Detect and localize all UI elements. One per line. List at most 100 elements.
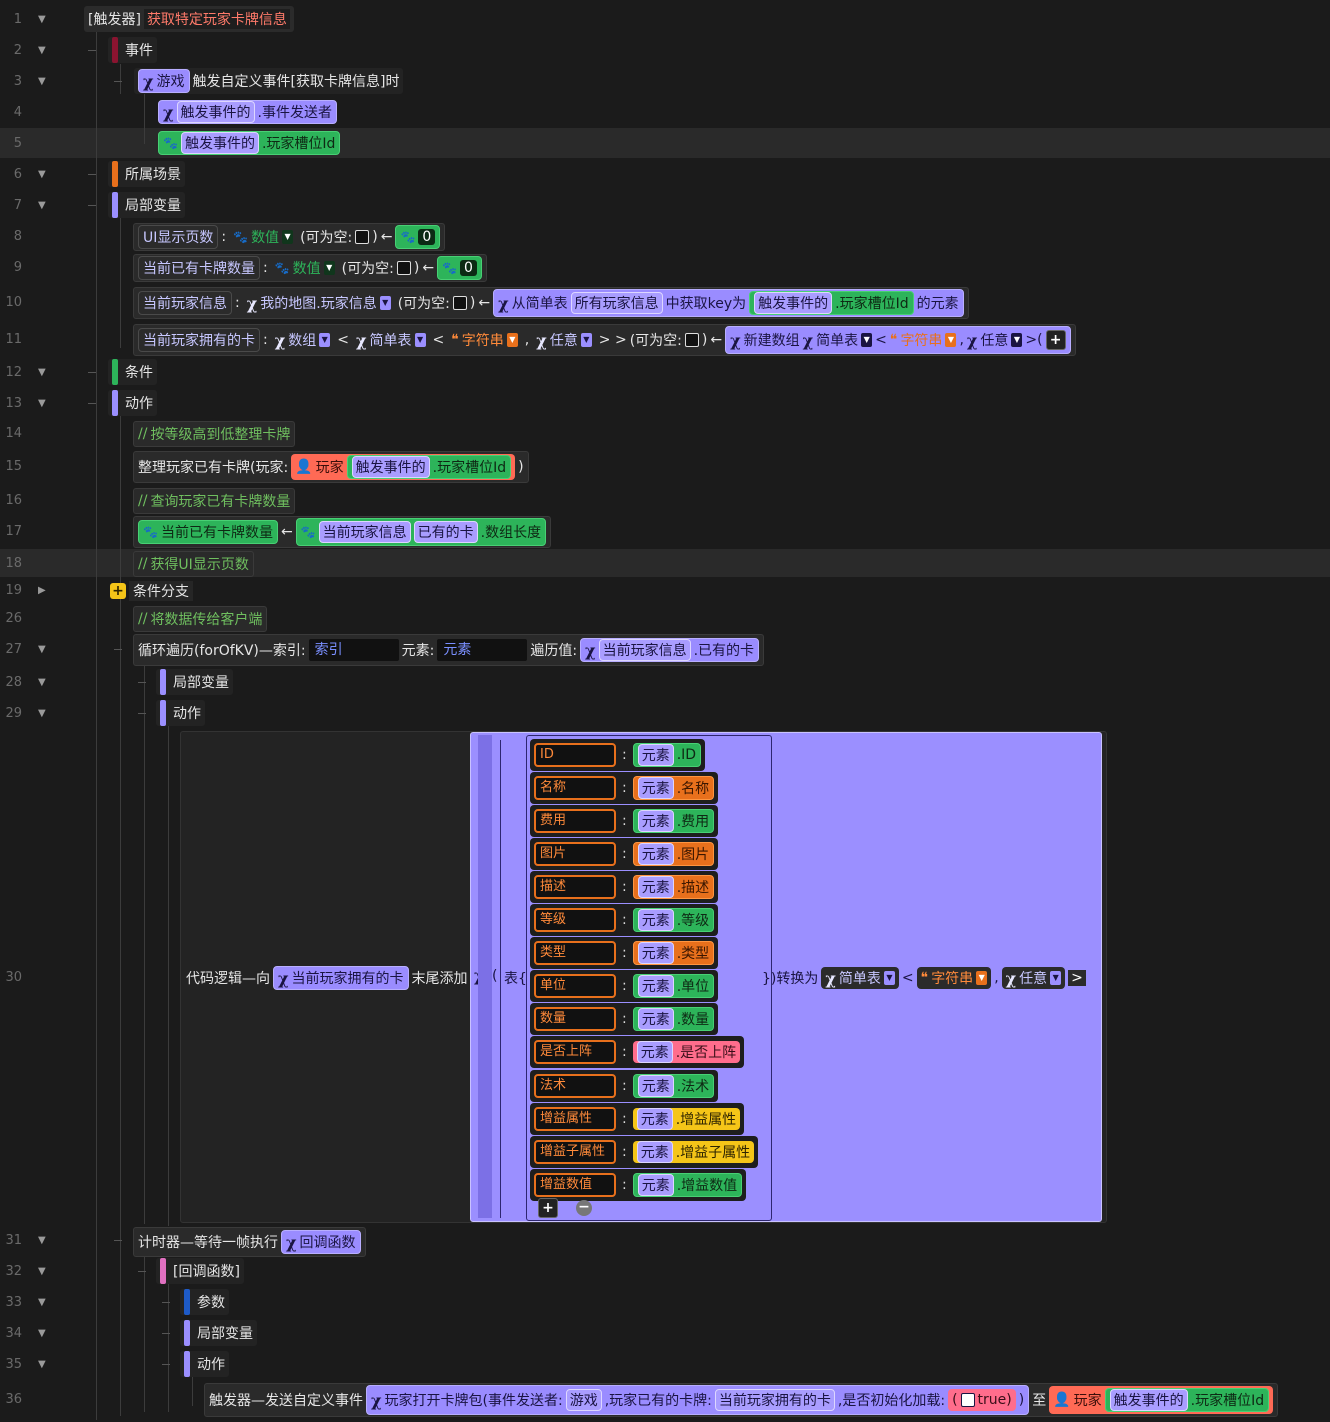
value-pill[interactable]: 🐾 0 [437,256,482,280]
fold-arrow-icon[interactable]: ▼ [38,708,46,719]
new-array-expr[interactable]: χ 新建数组 χ 简单表 ▼ < ❝ 字符串 ▼ , χ 任意 ▼ >( + [725,326,1071,354]
chevron-down-icon[interactable]: ▼ [861,333,873,347]
number-value[interactable]: 0 [418,229,436,245]
comment-text[interactable]: 获得UI显示页数 [150,554,248,574]
field-key-input[interactable]: 费用 [534,809,616,833]
chevron-down-icon[interactable]: ▼ [883,971,895,985]
table-field-row[interactable]: 费用: 元素 .费用 [530,805,719,837]
comment-sort[interactable]: // 按等级高到低整理卡牌 [133,421,296,447]
fold-arrow-icon[interactable]: ▼ [38,367,46,378]
player-expr[interactable]: 👤 玩家 触发事件的 .玩家槽位Id [291,454,516,480]
table-field-row[interactable]: 类型: 元素 .类型 [530,937,719,969]
game-ref[interactable]: 游戏 [565,1389,602,1411]
type-selector[interactable]: ❝ 字符串 ▼ [916,967,992,989]
event-expr[interactable]: χ 玩家打开卡牌包(事件发送者: 游戏 ,玩家已有的卡牌: 当前玩家拥有的卡 ,… [366,1385,1030,1415]
type-selector[interactable]: χ 我的地图.玩家信息 ▼ [243,292,395,314]
chevron-down-icon[interactable]: ▼ [580,333,592,347]
var-name[interactable]: UI显示页数 [138,225,219,249]
var-name[interactable]: 当前已有卡牌数量 [138,256,260,280]
send-custom-event[interactable]: 触发器—发送自定义事件 χ 玩家打开卡牌包(事件发送者: 游戏 ,玩家已有的卡牌… [204,1383,1279,1417]
fold-arrow-icon[interactable]: ▼ [38,677,46,688]
key-expr[interactable]: 触发事件的 .玩家槽位Id [749,291,914,315]
fold-arrow-icon[interactable]: ▼ [38,14,46,25]
local-var-ui-pages[interactable]: UI显示页数 : 🐾 数值 ▼ (可为空: ) ← 🐾 0 [133,223,446,251]
chevron-down-icon[interactable]: ▼ [323,261,335,275]
comment-text[interactable]: 将数据传给客户端 [150,609,262,629]
nullable-checkbox[interactable] [452,296,467,310]
field-value-expr[interactable]: 元素 .描述 [632,875,715,899]
game-pill[interactable]: χ 游戏 [138,69,190,93]
element-name-input[interactable]: 元素 [437,639,528,661]
type-selector[interactable]: χ 任意 ▼ [532,329,596,351]
field-key-input[interactable]: 增益数值 [534,1173,616,1197]
callback-local-vars[interactable]: 局部变量 [180,1320,257,1346]
field-key-input[interactable]: ID [534,743,616,767]
chevron-down-icon[interactable]: ▼ [1050,971,1062,985]
field-key-input[interactable]: 增益属性 [534,1107,616,1131]
remove-field-button[interactable]: − [576,1200,592,1216]
add-field-button[interactable]: + [538,1198,558,1218]
field-value-expr[interactable]: 元素 .ID [632,743,702,767]
comment-ui-pages[interactable]: // 获得UI显示页数 [133,551,254,577]
array-length-expr[interactable]: 🐾 当前玩家信息 已有的卡 .数组长度 [295,518,547,546]
nullable-checkbox[interactable] [684,333,699,347]
field-value-expr[interactable]: 元素 .增益数值 [632,1173,743,1197]
table-field-row[interactable]: 描述: 元素 .描述 [530,871,719,903]
table-field-row[interactable]: 增益属性: 元素 .增益属性 [530,1103,745,1135]
target-array[interactable]: χ 当前玩家拥有的卡 [273,966,409,990]
fold-arrow-icon[interactable]: ▼ [38,398,46,409]
field-value-expr[interactable]: 元素 .类型 [632,941,715,965]
event-param-sender[interactable]: χ 触发事件的 .事件发送者 [156,99,339,125]
index-name-input[interactable]: 索引 [308,639,399,661]
number-value[interactable]: 0 [460,260,477,276]
callback-params[interactable]: 参数 [180,1289,229,1315]
chevron-down-icon[interactable]: ▼ [414,333,426,347]
event-param-pill[interactable]: χ 触发事件的 .事件发送者 [158,100,337,124]
iter-expr[interactable]: χ 当前玩家信息 .已有的卡 [580,638,760,662]
section-scene[interactable]: 所属场景 [108,161,185,187]
callback-pill[interactable]: χ 回调函数 [281,1230,361,1254]
loop-action[interactable]: 动作 [156,700,205,726]
type-selector[interactable]: 🐾 数值 ▼ [229,226,297,248]
comment-query[interactable]: // 查询玩家已有卡牌数量 [133,488,296,514]
field-key-input[interactable]: 类型 [534,941,616,965]
field-value-expr[interactable]: 元素 .图片 [632,842,715,866]
for-of-kv-loop[interactable]: 循环遍历(forOfKV)—索引: 索引 元素: 元素 遍历值: χ 当前玩家信息… [133,634,765,666]
event-node[interactable]: χ 游戏 触发自定义事件[获取卡牌信息]时 [134,68,404,94]
field-key-input[interactable]: 法术 [534,1074,616,1098]
field-key-input[interactable]: 等级 [534,908,616,932]
field-value-expr[interactable]: 元素 .等级 [632,908,715,932]
section-condition[interactable]: 条件 [108,359,157,385]
fold-arrow-icon[interactable]: ▼ [38,200,46,211]
convert-suffix[interactable]: })转换为 χ 简单表 ▼ < ❝ 字符串 ▼ , χ 任意 ▼ > [760,965,1088,991]
value-pill[interactable]: 🐾 0 [395,225,441,249]
field-key-input[interactable]: 是否上阵 [534,1040,616,1064]
fold-arrow-icon[interactable]: ▼ [38,169,46,180]
type-selector[interactable]: χ 数组 ▼ [271,329,335,351]
add-element-button[interactable]: + [1045,330,1066,350]
type-selector[interactable]: ❝ 字符串 ▼ [447,329,522,351]
type-selector[interactable]: χ 简单表 ▼ [352,329,430,351]
loop-local-vars[interactable]: 局部变量 [156,669,233,695]
chevron-down-icon[interactable]: ▼ [506,333,518,347]
chevron-down-icon[interactable]: ▼ [1011,333,1023,347]
nullable-checkbox[interactable] [355,230,370,244]
assign-card-count[interactable]: 🐾 当前已有卡牌数量 ← 🐾 当前玩家信息 已有的卡 .数组长度 [133,516,552,548]
branch-node[interactable]: + 条件分支 [108,578,195,604]
trigger-name[interactable]: 获取特定玩家卡牌信息 [143,9,290,29]
field-value-expr[interactable]: 元素 .数量 [632,1007,715,1031]
table-field-row[interactable]: 名称: 元素 .名称 [530,772,719,804]
timer-wait-frame[interactable]: 计时器—等待一帧执行 χ 回调函数 [133,1227,366,1257]
field-key-input[interactable]: 增益子属性 [534,1140,616,1164]
comment-text[interactable]: 查询玩家已有卡牌数量 [150,491,290,511]
fold-arrow-icon[interactable]: ▼ [38,76,46,87]
table-field-row[interactable]: 法术: 元素 .法术 [530,1070,719,1102]
slot-expr[interactable]: 触发事件的 .玩家槽位Id [1104,1388,1270,1412]
callback-function[interactable]: [回调函数] [156,1258,244,1284]
comment-send[interactable]: // 将数据传给客户端 [133,606,268,632]
field-value-expr[interactable]: 元素 .是否上阵 [632,1041,741,1063]
callback-action[interactable]: 动作 [180,1351,229,1377]
field-value-expr[interactable]: 元素 .法术 [632,1074,715,1098]
fold-arrow-icon[interactable]: ▼ [38,644,46,655]
field-key-input[interactable]: 数量 [534,1007,616,1031]
